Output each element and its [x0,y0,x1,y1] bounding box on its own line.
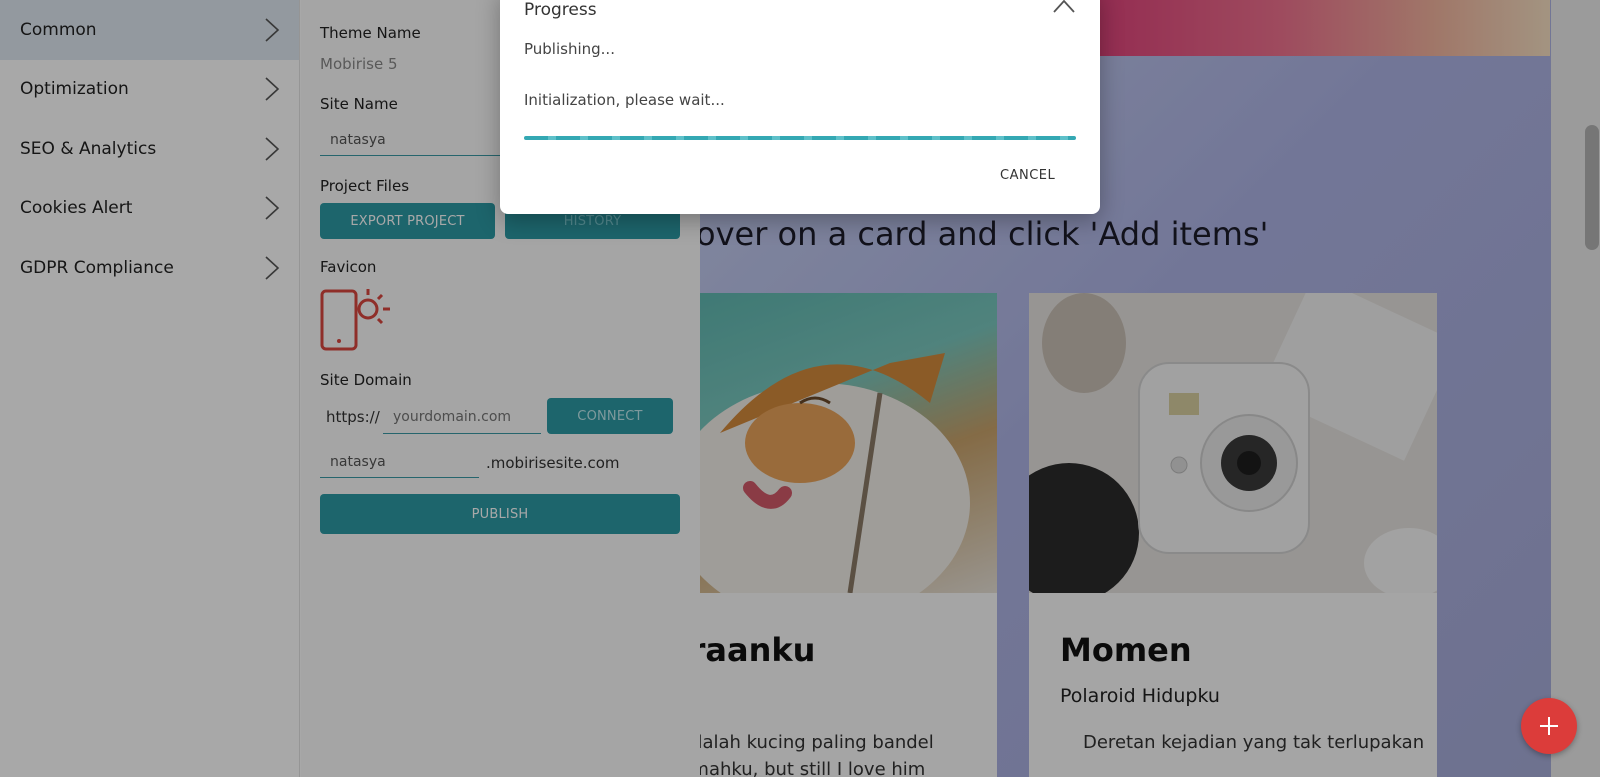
cancel-button[interactable]: CANCEL [1000,168,1055,183]
progress-bar [524,136,1076,140]
plus-icon [1540,717,1558,735]
add-block-button[interactable] [1521,698,1577,754]
dialog-status: Publishing... [524,40,615,58]
dialog-title: Progress [524,0,597,20]
collapse-icon[interactable] [1052,0,1076,14]
dialog-message: Initialization, please wait... [524,91,725,109]
